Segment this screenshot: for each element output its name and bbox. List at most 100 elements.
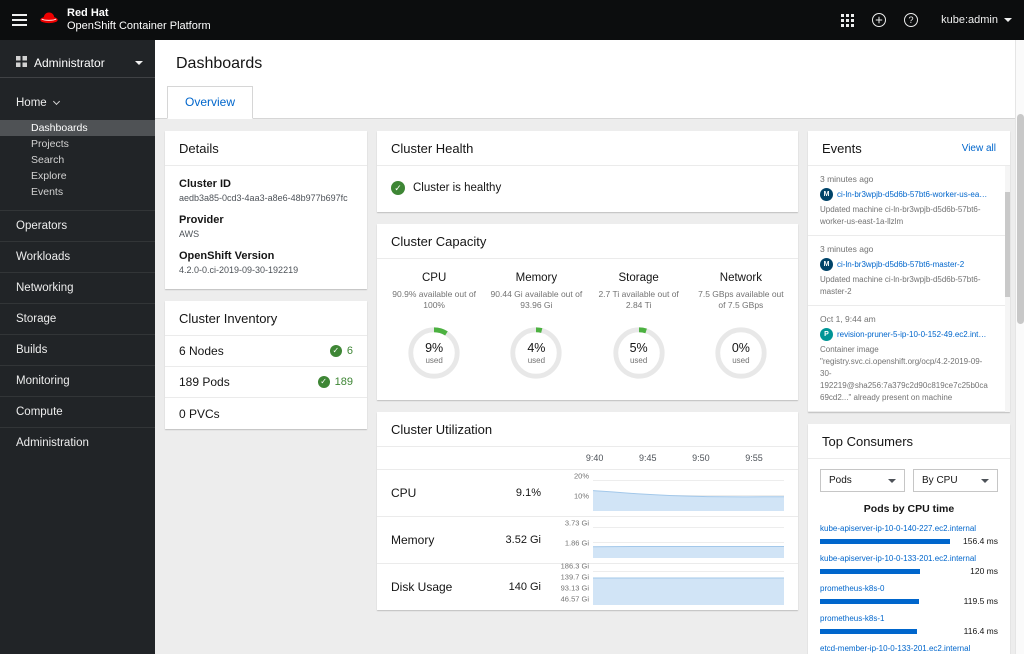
sidebar-item-administration[interactable]: Administration — [0, 427, 155, 458]
chevron-down-icon — [135, 60, 143, 65]
event-message: Updated machine ci-ln-br3wpjb-d5d6b-57bt… — [820, 205, 981, 226]
sidebar-item-storage[interactable]: Storage — [0, 303, 155, 334]
brand-line1: Red Hat — [67, 6, 109, 19]
event-resource-link[interactable]: ci-ln-br3wpjb-d5d6b-57bt6-master-2 — [837, 260, 990, 269]
machine-resource-icon: M — [820, 258, 833, 271]
select-value: Pods — [829, 475, 852, 486]
storage-donut-chart: 5% used — [610, 324, 668, 382]
page-title: Dashboards — [176, 55, 263, 72]
consumer-type-select[interactable]: Pods — [820, 469, 905, 492]
card-title: Cluster Utilization — [391, 422, 493, 437]
add-plus-icon[interactable] — [867, 8, 891, 32]
consumer-link[interactable]: kube-apiserver-ip-10-0-140-227.ec2.inter… — [820, 524, 998, 533]
page-header: Dashboards Overview — [155, 40, 1024, 119]
card-title: Details — [179, 141, 219, 156]
consumer-row: kube-apiserver-ip-10-0-133-201.ec2.inter… — [808, 554, 1010, 576]
sidebar-item-operators[interactable]: Operators — [0, 210, 155, 241]
perspective-label: Administrator — [34, 55, 105, 70]
capacity-item-memory: Memory 90.44 Gi available out of 93.96 G… — [485, 272, 587, 382]
capacity-item-network: Network 7.5 GBps available out of 7.5 GB… — [690, 272, 792, 382]
brand-line2: OpenShift Container Platform — [67, 20, 211, 32]
cpu-sparkline-chart — [593, 475, 784, 511]
sidebar-item-home[interactable]: Home — [0, 88, 155, 118]
top-consumers-card: Top Consumers Pods By CPU Pods by CPU ti… — [808, 424, 1010, 654]
consumer-value: 116.4 ms — [963, 626, 998, 636]
utilization-card: Cluster Utilization 9:40 9:45 9:50 9:55 … — [377, 412, 798, 610]
main-area: Dashboards Overview Details Cluster ID a… — [155, 40, 1024, 654]
field-label: Cluster ID — [179, 178, 231, 190]
inventory-row-pods[interactable]: 189 Pods 189 — [165, 367, 367, 398]
card-title: Cluster Inventory — [179, 311, 278, 326]
consumer-row: etcd-member-ip-10-0-133-201.ec2.internal… — [808, 644, 1010, 654]
events-card: Events View all 3 minutes ago M ci-ln-br… — [808, 131, 1010, 412]
disk-y-axis: 186.3 Gi 139.7 Gi 93.13 Gi 46.57 Gi — [560, 561, 589, 604]
card-title: Top Consumers — [822, 434, 914, 449]
user-name: kube:admin — [941, 14, 998, 26]
inventory-row-pvcs[interactable]: 0 PVCs — [165, 398, 367, 429]
consumer-link[interactable]: prometheus-k8s-0 — [820, 584, 998, 593]
sidebar-item-explore[interactable]: Explore — [0, 168, 155, 184]
field-label: OpenShift Version — [179, 250, 275, 262]
health-status-text: Cluster is healthy — [413, 182, 502, 194]
consumer-metric-select[interactable]: By CPU — [913, 469, 998, 492]
consumer-link[interactable]: prometheus-k8s-1 — [820, 614, 998, 623]
detail-field: Cluster ID aedb3a85-0cd3-4aa3-a8e6-48b97… — [179, 178, 353, 203]
health-card: Cluster Health Cluster is healthy — [377, 131, 798, 212]
utilization-row-memory: Memory 3.52 Gi 3.73 Gi 1.86 Gi — [377, 516, 798, 563]
consumer-value: 119.5 ms — [963, 596, 998, 606]
apps-grid-icon[interactable] — [835, 8, 859, 32]
event-resource-link[interactable]: revision-pruner-5-ip-10-0-152-49.ec2.int… — [837, 330, 990, 339]
inventory-row-nodes[interactable]: 6 Nodes 6 — [165, 336, 367, 367]
consumers-chart-title: Pods by CPU time — [863, 503, 955, 515]
perspective-switcher[interactable]: Administrator — [0, 48, 155, 78]
consumer-value: 156.4 ms — [963, 536, 998, 546]
sidebar-item-monitoring[interactable]: Monitoring — [0, 365, 155, 396]
sidebar-item-label: Home — [16, 97, 47, 109]
tab-bar: Overview — [155, 86, 1024, 119]
consumer-row: prometheus-k8s-1 116.4 ms — [808, 614, 1010, 636]
consumer-bar — [820, 568, 950, 574]
tab-overview[interactable]: Overview — [167, 86, 254, 119]
view-all-link[interactable]: View all — [962, 143, 996, 154]
user-menu[interactable]: kube:admin — [941, 14, 1012, 26]
event-resource-link[interactable]: ci-ln-br3wpjb-d5d6b-57bt6-worker-us-east… — [837, 190, 990, 199]
events-scrollbar[interactable] — [1005, 166, 1010, 412]
cpu-donut-chart: 9% used — [405, 324, 463, 382]
check-circle-icon — [391, 181, 405, 195]
consumer-link[interactable]: etcd-member-ip-10-0-133-201.ec2.internal — [820, 644, 998, 653]
pod-resource-icon: P — [820, 328, 833, 341]
consumer-link[interactable]: kube-apiserver-ip-10-0-133-201.ec2.inter… — [820, 554, 998, 563]
sidebar-item-projects[interactable]: Projects — [0, 136, 155, 152]
consumer-bar — [820, 628, 950, 634]
inventory-count: 189 — [334, 376, 353, 388]
help-icon[interactable]: ? — [899, 8, 923, 32]
page-scrollbar[interactable] — [1015, 40, 1024, 654]
sidebar-item-search[interactable]: Search — [0, 152, 155, 168]
event-item: 3 minutes ago M ci-ln-br3wpjb-d5d6b-57bt… — [808, 166, 1010, 236]
inventory-label: 189 Pods — [179, 375, 230, 389]
cpu-y-axis: 20% 10% — [573, 471, 589, 501]
nav-toggle-button[interactable] — [0, 0, 38, 40]
sidebar-item-dashboards[interactable]: Dashboards — [0, 120, 155, 136]
event-item: 3 minutes ago M ci-ln-br3wpjb-d5d6b-57bt… — [808, 236, 1010, 306]
inventory-label: 6 Nodes — [179, 344, 224, 358]
memory-y-axis: 3.73 Gi 1.86 Gi — [564, 518, 589, 548]
memory-sparkline-chart — [593, 522, 784, 558]
details-card: Details Cluster ID aedb3a85-0cd3-4aa3-a8… — [165, 131, 367, 289]
sidebar-item-builds[interactable]: Builds — [0, 334, 155, 365]
sidebar-item-workloads[interactable]: Workloads — [0, 241, 155, 272]
card-title: Cluster Capacity — [391, 234, 487, 249]
perspective-icon — [16, 55, 27, 70]
event-message: Container image "registry.svc.ci.openshi… — [820, 345, 988, 402]
time-axis: 9:40 9:45 9:50 9:55 — [585, 453, 763, 463]
inventory-card: Cluster Inventory 6 Nodes 6 189 Pods 189 — [165, 301, 367, 429]
memory-donut-chart: 4% used — [507, 324, 565, 382]
events-list: 3 minutes ago M ci-ln-br3wpjb-d5d6b-57bt… — [808, 166, 1010, 412]
card-title: Events — [822, 141, 862, 156]
sidebar-item-networking[interactable]: Networking — [0, 272, 155, 303]
sidebar-item-compute[interactable]: Compute — [0, 396, 155, 427]
event-item: Oct 1, 9:44 am P revision-pruner-5-ip-10… — [808, 306, 1010, 412]
home-subnav: Dashboards Projects Search Explore Event… — [0, 120, 155, 200]
sidebar-item-events[interactable]: Events — [0, 184, 155, 200]
detail-field: OpenShift Version 4.2.0-0.ci-2019-09-30-… — [179, 250, 353, 275]
